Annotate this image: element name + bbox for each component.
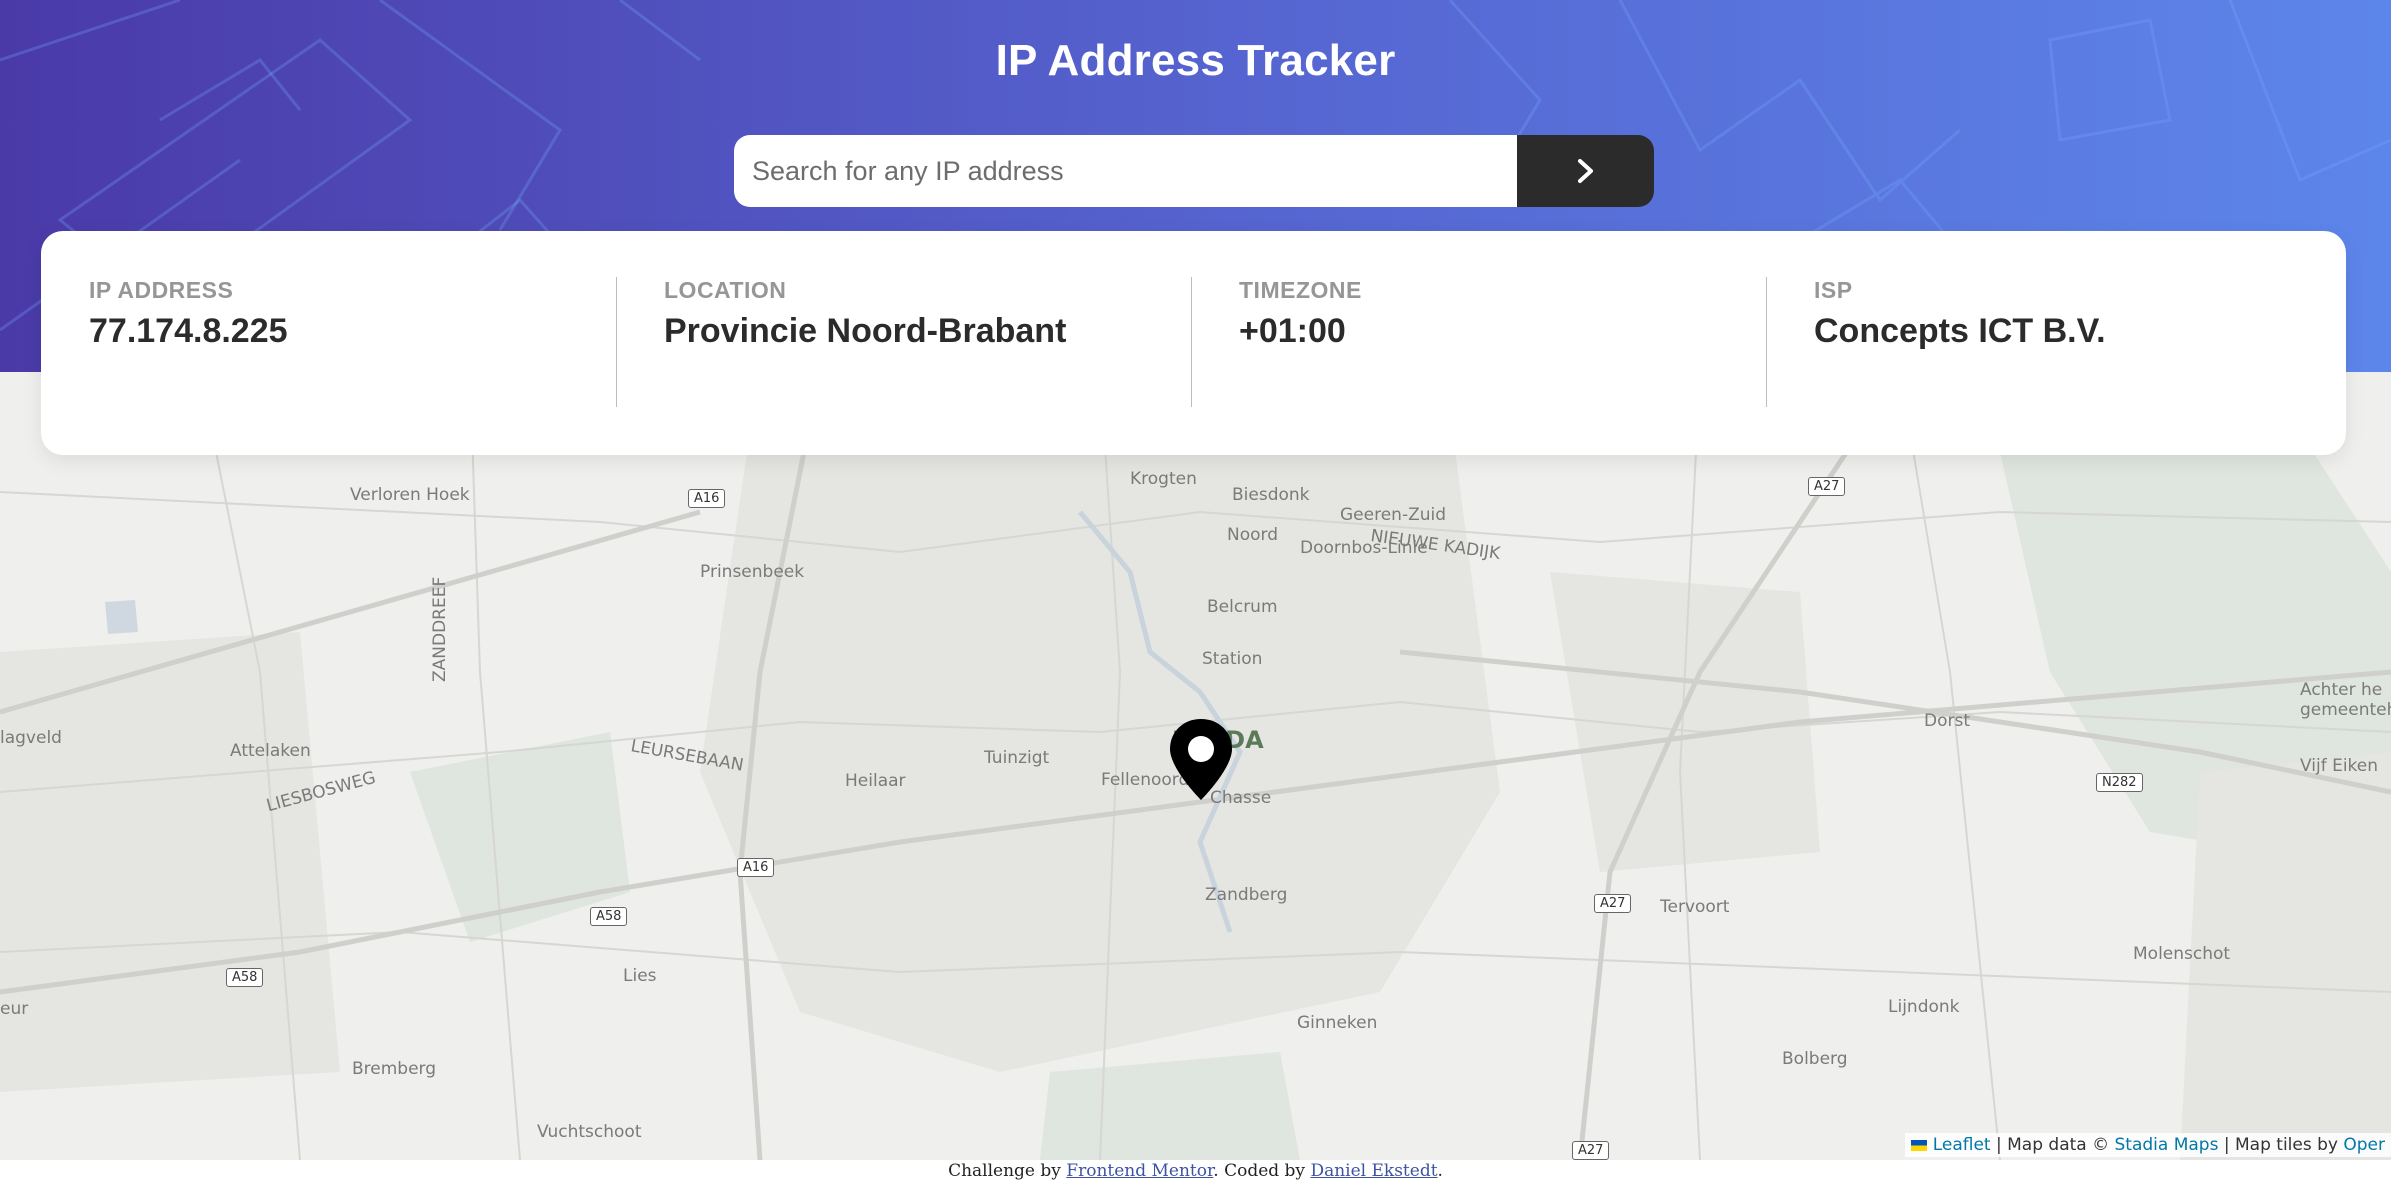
- page-title: IP Address Tracker: [995, 36, 1396, 85]
- info-value: 77.174.8.225: [89, 312, 288, 350]
- footer-attribution: Challenge by Frontend Mentor. Coded by D…: [0, 1160, 2391, 1182]
- map-label: Station: [1202, 649, 1263, 669]
- leaflet-link[interactable]: Leaflet: [1933, 1135, 1991, 1155]
- ip-info-card: IP ADDRESS 77.174.8.225 LOCATION Provinc…: [41, 231, 2346, 455]
- map-label: Molenschot: [2133, 944, 2231, 964]
- map-label: Tuinzigt: [984, 748, 1050, 768]
- map-attribution: Leaflet | Map data © Stadia Maps | Map t…: [1905, 1133, 2391, 1157]
- map-label: Doornbos-Linie: [1300, 538, 1428, 558]
- search-input[interactable]: [734, 135, 1517, 207]
- location-marker-icon[interactable]: [1166, 717, 1236, 802]
- chevron-right-icon: [1577, 159, 1593, 183]
- road-shield: A27: [1572, 1141, 1610, 1160]
- info-value: +01:00: [1239, 312, 1346, 350]
- stadia-maps-link[interactable]: Stadia Maps: [2115, 1135, 2219, 1155]
- map-label: Krogten: [1130, 469, 1197, 489]
- map-label: Attelaken: [230, 741, 311, 761]
- map-label: Heilaar: [845, 771, 906, 791]
- map-label: lagveld: [0, 728, 62, 748]
- map-label: eur: [0, 999, 29, 1019]
- map-label: Vijf Eiken: [2300, 756, 2379, 776]
- info-label: IP ADDRESS: [89, 277, 234, 303]
- attribution-text: | Map data ©: [1990, 1135, 2115, 1155]
- ukraine-flag-icon: [1911, 1139, 1928, 1151]
- road-shield: A16: [688, 489, 726, 508]
- attribution-text: | Map tiles by: [2218, 1135, 2344, 1155]
- road-shield: A27: [1594, 894, 1632, 913]
- road-shield: A16: [737, 858, 775, 877]
- map-label: ZANDDREEF: [430, 576, 450, 682]
- info-label: TIMEZONE: [1239, 277, 1362, 303]
- map-label: Belcrum: [1207, 597, 1278, 617]
- map-label: Biesdonk: [1232, 485, 1310, 505]
- info-label: ISP: [1814, 277, 1853, 303]
- footer-text: Challenge by: [948, 1161, 1067, 1181]
- road-shield: N282: [2096, 773, 2143, 792]
- info-value: Concepts ICT B.V.: [1814, 312, 2106, 350]
- search-bar: [734, 135, 1654, 207]
- map-label: Geeren-Zuid: [1340, 505, 1447, 525]
- map-label: Ginneken: [1297, 1013, 1378, 1033]
- info-value: Provincie Noord-Brabant: [664, 312, 1067, 350]
- road-shield: A27: [1808, 477, 1846, 496]
- search-submit-button[interactable]: [1517, 135, 1654, 207]
- info-ip-address: IP ADDRESS 77.174.8.225: [41, 231, 616, 455]
- info-location: LOCATION Provincie Noord-Brabant: [616, 231, 1191, 455]
- map-label: Noord: [1227, 525, 1278, 545]
- map-label: Bolberg: [1782, 1049, 1848, 1069]
- author-link[interactable]: Daniel Ekstedt: [1310, 1161, 1437, 1181]
- footer-text: .: [1437, 1161, 1443, 1181]
- map-label: Tervoort: [1660, 897, 1730, 917]
- map-label: Lijndonk: [1888, 997, 1960, 1017]
- road-shield: A58: [590, 907, 628, 926]
- map-label: Lies: [623, 966, 657, 986]
- map-label: Achter he gemeenteh: [2300, 680, 2391, 720]
- info-label: LOCATION: [664, 277, 787, 303]
- tiles-link[interactable]: Oper: [2343, 1135, 2385, 1155]
- road-shield: A58: [226, 968, 264, 987]
- map-label: Dorst: [1924, 711, 1971, 731]
- footer-text: . Coded by: [1213, 1161, 1311, 1181]
- info-timezone: TIMEZONE +01:00: [1191, 231, 1766, 455]
- info-isp: ISP Concepts ICT B.V.: [1766, 231, 2341, 455]
- map-label: Zandberg: [1205, 885, 1288, 905]
- map-label: Verloren Hoek: [350, 485, 470, 505]
- map-label: Vuchtschoot: [537, 1122, 642, 1142]
- map-label: Prinsenbeek: [700, 562, 805, 582]
- map-label: Bremberg: [352, 1059, 437, 1079]
- frontend-mentor-link[interactable]: Frontend Mentor: [1066, 1161, 1213, 1181]
